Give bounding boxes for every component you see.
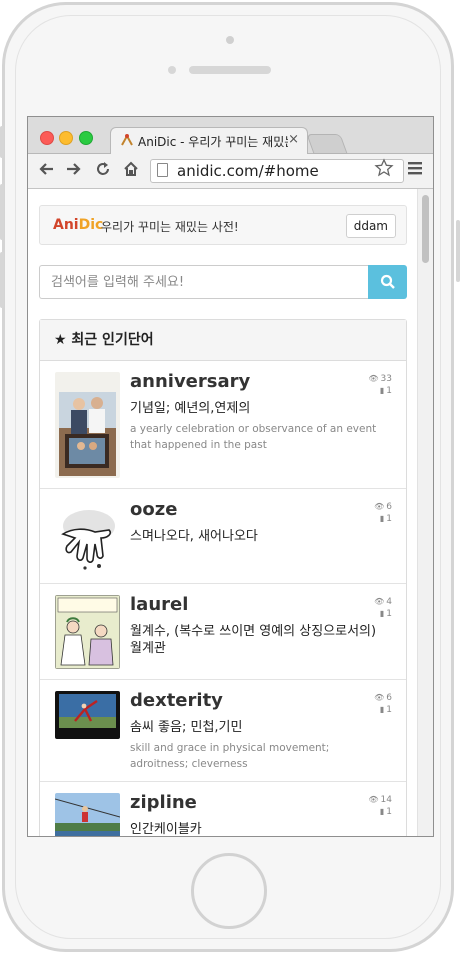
site-header: AniDic 우리가 꾸미는 재밌는 사전! ddam [39, 205, 407, 245]
front-camera [226, 36, 234, 44]
word-description: a yearly celebration or observance of an… [130, 423, 377, 451]
new-tab-button[interactable] [306, 134, 348, 154]
power-button [456, 220, 460, 282]
bookmark-count: 1 [386, 609, 392, 619]
word-list-item[interactable]: dexterity 솜씨 좋음; 민첩,기민 skill and grace i… [40, 680, 406, 782]
word-meaning: 월계수, (복수로 쓰이면 영예의 상징으로서의) 월계관 [130, 624, 377, 656]
popular-words-heading: ★ 최근 인기단어 [40, 320, 406, 361]
url-text: anidic.com/#home [177, 162, 319, 180]
favicon-icon [120, 133, 134, 151]
mute-switch [0, 126, 4, 158]
bookmark-icon: ▮ [379, 386, 385, 395]
word-title[interactable]: laurel [130, 594, 188, 615]
reload-icon[interactable] [94, 160, 112, 183]
word-title[interactable]: zipline [130, 792, 197, 813]
word-title[interactable]: dexterity [130, 690, 223, 711]
word-list-item[interactable]: anniversary 기념일; 예년의,연제의 a yearly celebr… [40, 361, 406, 489]
home-icon[interactable] [122, 160, 140, 183]
page-content: AniDic 우리가 꾸미는 재밌는 사전! ddam ★ 최근 인기단어 [28, 189, 419, 837]
volume-down-button [0, 252, 4, 308]
close-window-button[interactable] [40, 131, 54, 145]
forward-arrow-icon[interactable] [65, 160, 83, 183]
eye-icon: 👁 [374, 597, 385, 606]
word-stats: 👁 6 ▮ 1 [356, 692, 392, 716]
browser-window: AniDic - 우리가 꾸미는 재밌는 × anidic.com/#home [27, 116, 434, 837]
chrome-menu-icon[interactable] [406, 159, 424, 182]
browser-toolbar: anidic.com/#home [28, 154, 433, 189]
tab-title: AniDic - 우리가 꾸미는 재밌는 [138, 135, 288, 149]
word-list-item[interactable]: laurel 월계수, (복수로 쓰이면 영예의 상징으로서의) 월계관 👁 4 … [40, 584, 406, 680]
bookmark-icon: ▮ [379, 807, 385, 816]
bookmark-icon: ▮ [379, 705, 385, 714]
view-count: 33 [380, 374, 392, 384]
minimize-window-button[interactable] [59, 131, 73, 145]
volume-up-button [0, 184, 4, 240]
word-title[interactable]: ooze [130, 499, 177, 520]
dexterity-image [55, 691, 120, 739]
anniversary-image [55, 372, 120, 478]
ooze-image [55, 500, 120, 572]
laurel-image [55, 595, 120, 669]
zipline-image [55, 793, 120, 836]
word-meaning: 스며나오다, 새어나오다 [130, 529, 258, 544]
search-icon [380, 274, 396, 294]
address-bar[interactable]: anidic.com/#home [150, 159, 404, 183]
eye-icon: 👁 [368, 795, 379, 804]
bookmark-icon: ▮ [379, 514, 385, 523]
user-button[interactable]: ddam [345, 214, 396, 238]
word-stats: 👁 6 ▮ 1 [356, 501, 392, 525]
scrollbar-thumb[interactable] [422, 195, 429, 263]
back-arrow-icon[interactable] [37, 160, 55, 183]
page-scrollbar[interactable] [417, 189, 433, 836]
view-count: 6 [386, 693, 392, 703]
site-tagline: 우리가 꾸미는 재밌는 사전! [101, 220, 239, 234]
popular-words-panel: ★ 최근 인기단어 anniversary 기념일; 예년의,연제의 a yea… [39, 319, 407, 837]
tab-close-icon[interactable]: × [288, 132, 299, 147]
word-meaning: 인간케이블카 [130, 822, 202, 837]
word-stats: 👁 33 ▮ 1 [356, 373, 392, 397]
home-button[interactable] [191, 853, 267, 929]
word-stats: 👁 4 ▮ 1 [356, 596, 392, 620]
bookmark-count: 1 [386, 705, 392, 715]
bookmark-count: 1 [386, 807, 392, 817]
earpiece-speaker [189, 66, 271, 74]
eye-icon: 👁 [374, 693, 385, 702]
bookmark-count: 1 [386, 386, 392, 396]
site-logo[interactable]: AniDic [53, 217, 103, 233]
bookmark-icon: ▮ [379, 609, 385, 618]
word-description: skill and grace in physical movement; ad… [130, 742, 330, 770]
tab-bar: AniDic - 우리가 꾸미는 재밌는 × [28, 117, 433, 154]
search-bar [39, 265, 407, 299]
page-icon [157, 163, 168, 177]
view-count: 14 [380, 795, 392, 805]
bookmark-star-icon[interactable] [374, 158, 394, 183]
proximity-sensor [168, 66, 176, 74]
word-list-item[interactable]: zipline 인간케이블카 👁 14 ▮ 1 [40, 782, 406, 837]
browser-tab[interactable]: AniDic - 우리가 꾸미는 재밌는 × [110, 127, 308, 154]
word-title[interactable]: anniversary [130, 371, 250, 392]
view-count: 6 [386, 502, 392, 512]
maximize-window-button[interactable] [79, 131, 93, 145]
view-count: 4 [386, 597, 392, 607]
word-stats: 👁 14 ▮ 1 [356, 794, 392, 818]
bookmark-count: 1 [386, 514, 392, 524]
word-meaning: 솜씨 좋음; 민첩,기민 [130, 720, 243, 735]
eye-icon: 👁 [374, 502, 385, 511]
word-meaning: 기념일; 예년의,연제의 [130, 401, 251, 416]
search-input[interactable] [39, 265, 368, 299]
search-button[interactable] [368, 265, 407, 299]
word-list-item[interactable]: ooze 스며나오다, 새어나오다 👁 6 ▮ 1 [40, 489, 406, 584]
eye-icon: 👁 [368, 374, 379, 383]
